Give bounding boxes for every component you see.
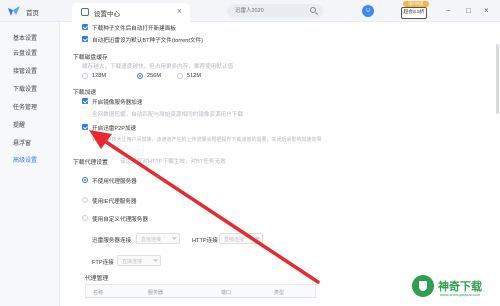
- settings-sidebar: 基本设置 云盘设置 接管设置 下载设置 任务管理 提醒 悬浮窗 高级设置: [0, 22, 60, 306]
- proxy-title: 下载代理设置: [73, 160, 108, 166]
- proxy-none-radio[interactable]: [82, 177, 88, 183]
- proxy-ie-radio[interactable]: [82, 197, 88, 203]
- sidebar-item-download[interactable]: 下载设置: [13, 84, 37, 93]
- default-bt-label: 自动把迅雷设为默认BT种子文件(torrent文件): [92, 38, 203, 44]
- tab-settings-label: 设置中心: [94, 11, 120, 18]
- cache-128m-label: 128M: [92, 73, 106, 79]
- sidebar-item-advanced[interactable]: 高级设置: [13, 155, 37, 164]
- title-bar: 首页 设置中心 × U 限时特惠 超会8.5折 − □ ×: [0, 0, 500, 22]
- ftp-select[interactable]: 直接连接: [117, 255, 161, 266]
- settings-tab-icon: [81, 8, 89, 16]
- tab-close-icon[interactable]: ×: [177, 6, 182, 16]
- proxy-manage-title: 代理管理: [85, 276, 109, 282]
- close-icon[interactable]: ×: [484, 6, 489, 15]
- sidebar-item-basic[interactable]: 基本设置: [13, 33, 37, 42]
- sidebar-item-takeover[interactable]: 接管设置: [13, 66, 37, 75]
- watermark-url: www.shenqixiazai.com: [440, 292, 481, 297]
- search-box[interactable]: [227, 4, 323, 18]
- ftp-select-value: 直接连接: [122, 259, 143, 265]
- promo-label: 超会8.5折: [401, 7, 427, 19]
- sidebar-item-tasks[interactable]: 任务管理: [13, 102, 37, 111]
- cache-hint: 缓存越大，下载速度越快，但占用更多内存，推荐使用默认值: [82, 64, 234, 70]
- chevron-down-icon: [172, 235, 177, 240]
- proxy-table-header: 名称 服务器 端口 类型: [85, 284, 316, 298]
- column-port: 端口: [221, 290, 232, 296]
- app-logo-icon: [8, 6, 20, 16]
- proxy-title-hint: 该设置仅对HTTP下载生效，对BT任务无效: [120, 159, 226, 165]
- ftp-label: FTP连接: [92, 260, 114, 266]
- proxy-ie-label: 使用IE代理服务器: [92, 199, 137, 205]
- promo-button[interactable]: 限时特惠 超会8.5折: [398, 1, 432, 20]
- proxy-custom-radio[interactable]: [82, 215, 88, 221]
- column-name: 名称: [93, 290, 104, 296]
- minimize-icon[interactable]: −: [446, 6, 451, 15]
- cache-title: 下载磁盘缓存: [73, 55, 108, 61]
- column-type: 类型: [274, 290, 285, 296]
- chevron-down-icon: [153, 257, 158, 262]
- p2p-accel-hint: 利用P2P技术让用户间加速，该通道产生的上传流量会根据提升下载速度的需要，关闭后…: [92, 137, 322, 143]
- search-icon[interactable]: [310, 7, 316, 13]
- proxy-custom-label: 使用自定义代理服务器: [92, 217, 148, 223]
- maximize-icon[interactable]: □: [466, 6, 471, 15]
- watermark-icon: [412, 275, 434, 297]
- auto-open-torrent-checkbox[interactable]: [82, 24, 88, 30]
- proxy-server-select-value: 直接连接: [141, 237, 162, 243]
- sidebar-item-reminder[interactable]: 提醒: [13, 120, 25, 129]
- watermark-logo: 神奇下载 www.shenqixiazai.com: [410, 272, 496, 302]
- column-server: 服务器: [148, 290, 164, 296]
- sidebar-item-cloud[interactable]: 云盘设置: [13, 48, 37, 57]
- tab-settings[interactable]: 设置中心 ×: [72, 3, 190, 22]
- cache-512m-radio[interactable]: [177, 73, 183, 79]
- mirror-accel-label: 开启镜像服务器加速: [92, 100, 143, 106]
- search-input[interactable]: [235, 6, 309, 16]
- settings-content: 下载种子文件后自动打开新建面板 自动把迅雷设为默认BT种子文件(torrent文…: [60, 22, 500, 306]
- default-bt-checkbox[interactable]: [82, 36, 88, 42]
- mirror-accel-hint: 全网数据挖掘，自动匹配与原始资源相同的镜像资源用户下载: [92, 112, 244, 118]
- p2p-accel-checkbox[interactable]: [82, 124, 88, 130]
- http-select[interactable]: 直接连接: [219, 233, 263, 244]
- proxy-server-label: 迅雷服务器连接: [92, 238, 132, 244]
- cache-512m-label: 512M: [187, 73, 201, 79]
- auto-open-torrent-label: 下载种子文件后自动打开新建面板: [92, 26, 176, 32]
- sidebar-item-floating[interactable]: 悬浮窗: [13, 138, 31, 147]
- http-label: HTTP连接: [192, 238, 218, 244]
- cache-256m-label: 256M: [147, 73, 161, 79]
- proxy-server-select[interactable]: 直接连接: [136, 233, 180, 244]
- chevron-down-icon: [255, 235, 260, 240]
- avatar[interactable]: U: [362, 5, 374, 17]
- content-scrollbar[interactable]: [496, 44, 499, 114]
- cache-128m-radio[interactable]: [82, 73, 88, 79]
- p2p-accel-label: 开启迅雷P2P加速: [92, 126, 137, 132]
- cache-256m-radio[interactable]: [137, 73, 143, 79]
- home-tab[interactable]: 首页: [26, 7, 39, 17]
- accel-title: 下载加速: [73, 90, 97, 96]
- http-select-value: 直接连接: [224, 237, 245, 243]
- proxy-none-label: 不使用代理服务器: [92, 179, 137, 185]
- mirror-accel-checkbox[interactable]: [82, 98, 88, 104]
